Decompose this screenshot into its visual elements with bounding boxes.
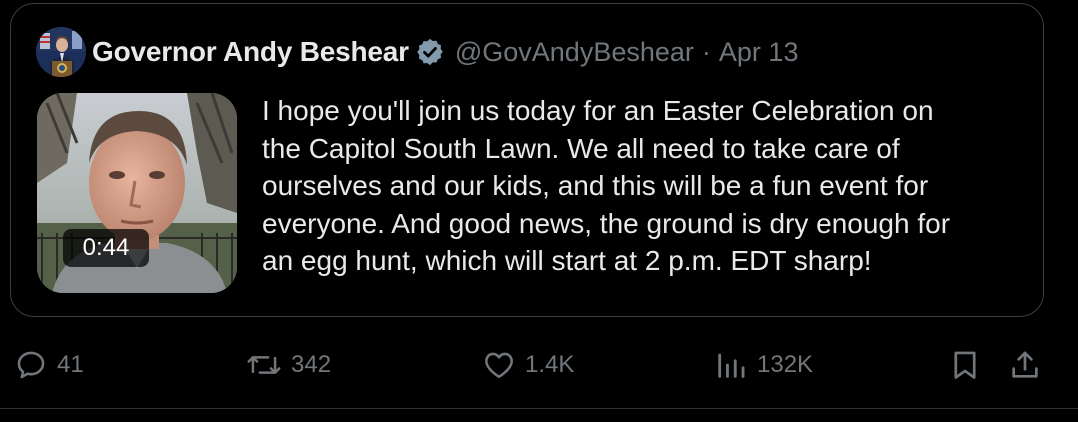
repost-button[interactable]: 342 — [246, 340, 331, 390]
views-button[interactable]: 132K — [714, 340, 813, 390]
verified-badge-icon — [415, 37, 445, 67]
video-duration-badge: 0:44 — [63, 229, 149, 267]
tweet-text-line: I hope you'll join us today for an Easte… — [262, 95, 934, 126]
repost-icon — [247, 356, 281, 374]
bookmark-icon — [954, 351, 976, 379]
like-count: 1.4K — [525, 351, 575, 378]
header-separator: · — [701, 36, 711, 67]
tweet-text-line: the Capitol South Lawn. We all need to t… — [262, 132, 900, 164]
like-button[interactable]: 1.4K — [482, 340, 574, 390]
governor-portrait-icon — [36, 27, 86, 77]
share-icon — [1012, 351, 1038, 378]
tweet-header: Governor Andy Beshear @GovAndyBeshear · … — [36, 27, 798, 77]
tweet-date[interactable]: Apr 13 — [719, 37, 799, 68]
tweet-divider — [0, 408, 1078, 409]
tweet-text-line: everyone. And good news, the ground is d… — [262, 207, 951, 239]
author-display-name[interactable]: Governor Andy Beshear — [92, 36, 409, 68]
views-icon — [718, 353, 745, 378]
author-avatar[interactable] — [36, 27, 86, 77]
tweet-text-line: ourselves and our kids, and this will be… — [262, 170, 929, 201]
repost-count: 342 — [291, 351, 332, 378]
reply-count: 41 — [57, 351, 84, 378]
tweet-text: I hope you'll join us today for an Easte… — [262, 92, 1032, 280]
author-handle[interactable]: @GovAndyBeshear — [455, 37, 694, 68]
reply-button[interactable]: 41 — [14, 340, 84, 390]
views-count: 132K — [757, 351, 814, 378]
heart-icon — [485, 352, 513, 379]
action-bar: 41 342 1.4K 132K — [0, 340, 1078, 390]
share-button[interactable] — [1008, 340, 1042, 390]
reply-icon — [17, 351, 45, 379]
tweet-text-line: an egg hunt, which will start at 2 p.m. … — [262, 245, 872, 276]
video-thumbnail[interactable]: 0:44 — [37, 93, 237, 293]
bookmark-button[interactable] — [948, 340, 982, 390]
